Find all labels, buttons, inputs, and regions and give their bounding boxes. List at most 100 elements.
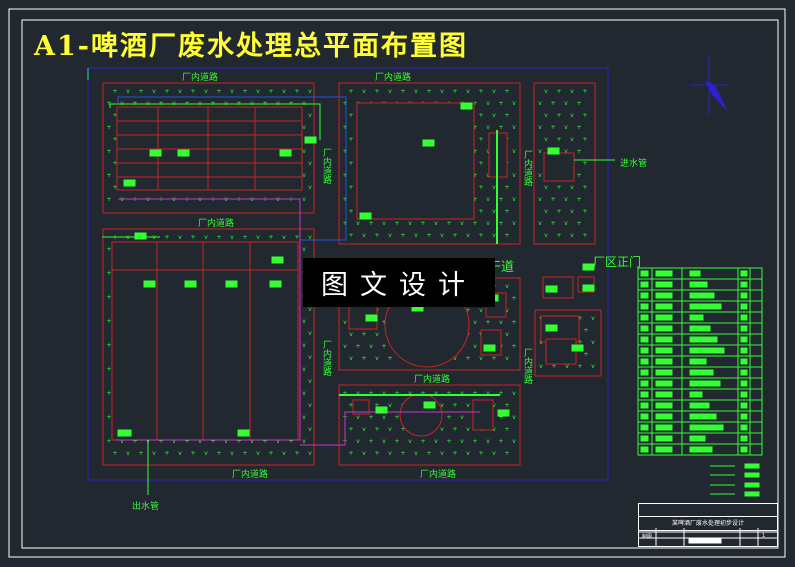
equipment-tag	[123, 179, 136, 187]
lawn-hatch-mark: +	[106, 414, 111, 421]
lawn-hatch-mark: +	[582, 88, 587, 95]
equipment-tag	[279, 149, 292, 157]
lawn-hatch-mark: v	[308, 88, 312, 95]
lawn-hatch-mark: v	[544, 208, 548, 215]
lawn-hatch-mark: +	[348, 232, 353, 239]
lawn-hatch-mark: v	[256, 234, 260, 241]
lawn-hatch-mark: v	[302, 390, 306, 397]
lawn-hatch-mark: v	[564, 100, 568, 107]
lawn-hatch-mark: v	[512, 390, 516, 397]
table-cell-name	[655, 435, 673, 442]
lawn-hatch-mark: v	[460, 438, 464, 445]
lawn-hatch-mark: v	[499, 319, 503, 326]
legend-symbol	[744, 482, 760, 488]
lawn-hatch-mark: +	[511, 295, 516, 302]
table-cell-number	[640, 391, 649, 398]
table-cell-name	[655, 391, 673, 398]
lawn-hatch-mark: +	[242, 450, 247, 457]
outlet-pipe-label: 出水管	[132, 502, 160, 512]
lawn-hatch-mark: v	[302, 318, 306, 325]
lawn-hatch-mark: +	[446, 220, 451, 227]
lawn-hatch-mark: v	[492, 232, 496, 239]
lawn-hatch-mark: v	[479, 355, 483, 362]
table-cell-number	[640, 281, 649, 288]
table-cell-qty	[740, 391, 748, 398]
lawn-hatch-mark: +	[381, 343, 386, 350]
lawn-hatch-mark: v	[440, 232, 444, 239]
lawn-hatch-mark: v	[486, 124, 490, 131]
lawn-hatch-mark: v	[486, 196, 490, 203]
equipment-tag	[269, 280, 282, 288]
table-cell-spec	[689, 336, 718, 343]
lawn-hatch-mark: +	[498, 220, 503, 227]
lawn-hatch-mark: v	[570, 184, 574, 191]
lawn-hatch-mark: +	[138, 450, 143, 457]
lawn-hatch-mark: v	[473, 343, 477, 350]
lawn-hatch-mark: v	[256, 450, 260, 457]
lawn-hatch-mark: v	[382, 220, 386, 227]
table-cell-name	[655, 270, 673, 277]
equipment-tag	[119, 429, 132, 437]
equipment-tag	[237, 429, 250, 437]
road-label: 厂内道路	[420, 470, 457, 480]
lawn-hatch-mark: +	[576, 148, 581, 155]
lawn-hatch-mark: +	[368, 220, 373, 227]
table-cell-qty	[740, 369, 748, 376]
lawn-hatch-mark: +	[504, 184, 509, 191]
lawn-hatch-mark: v	[375, 331, 379, 338]
lawn-hatch-mark: +	[582, 208, 587, 215]
table-cell-spec	[689, 380, 721, 387]
lawn-hatch-mark: +	[106, 124, 111, 131]
lawn-hatch-mark: +	[294, 234, 299, 241]
lawn-hatch-mark: +	[294, 450, 299, 457]
lawn-hatch-mark: v	[492, 184, 496, 191]
lawn-hatch-mark: +	[576, 172, 581, 179]
lawn-hatch-mark: +	[582, 184, 587, 191]
lawn-hatch-mark: v	[230, 450, 234, 457]
lawn-hatch-mark: v	[512, 124, 516, 131]
lawn-hatch-mark: +	[478, 160, 483, 167]
lawn-hatch-mark: v	[570, 88, 574, 95]
lawn-hatch-mark: +	[498, 100, 503, 107]
table-cell-spec	[689, 347, 725, 354]
table-cell-name	[655, 424, 673, 431]
lawn-hatch-mark: +	[138, 88, 143, 95]
lawn-hatch-mark: +	[504, 208, 509, 215]
lawn-hatch-mark: +	[348, 112, 353, 119]
lawn-hatch-mark: +	[106, 342, 111, 349]
lawn-hatch-mark: v	[486, 220, 490, 227]
lawn-hatch-mark: v	[362, 450, 366, 457]
table-cell-name	[655, 303, 673, 310]
lawn-hatch-mark: +	[582, 136, 587, 143]
road-label-vertical: 厂内道路	[321, 340, 331, 376]
lawn-hatch-mark: v	[408, 220, 412, 227]
lawn-hatch-mark: +	[504, 232, 509, 239]
table-cell-name	[655, 281, 673, 288]
table-cell-number	[640, 435, 649, 442]
lawn-hatch-mark: +	[216, 88, 221, 95]
table-cell-name	[655, 446, 673, 453]
lawn-hatch-mark: +	[342, 220, 347, 227]
lawn-hatch-mark: v	[126, 88, 130, 95]
equipment-tag	[365, 314, 378, 322]
lawn-hatch-mark: v	[282, 450, 286, 457]
lawn-hatch-mark: +	[491, 355, 496, 362]
lawn-hatch-mark: +	[504, 402, 509, 409]
lawn-hatch-mark: v	[564, 124, 568, 131]
lawn-hatch-mark: v	[538, 100, 542, 107]
lawn-hatch-mark: v	[538, 172, 542, 179]
lawn-hatch-mark: v	[591, 315, 595, 322]
lawn-hatch-mark: +	[478, 208, 483, 215]
lawn-hatch-mark: v	[362, 88, 366, 95]
lawn-hatch-mark: +	[348, 88, 353, 95]
road-label: 厂内道路	[375, 73, 412, 83]
lawn-hatch-mark: +	[106, 246, 111, 253]
table-cell-qty	[740, 292, 748, 299]
lawn-hatch-mark: v	[382, 414, 386, 421]
table-cell-spec	[689, 270, 701, 277]
table-cell-number	[640, 402, 649, 409]
road-label-vertical: 厂内道路	[522, 150, 532, 186]
equipment-tag	[571, 344, 584, 352]
lawn-hatch-mark: v	[178, 450, 182, 457]
lawn-hatch-mark: +	[400, 450, 405, 457]
